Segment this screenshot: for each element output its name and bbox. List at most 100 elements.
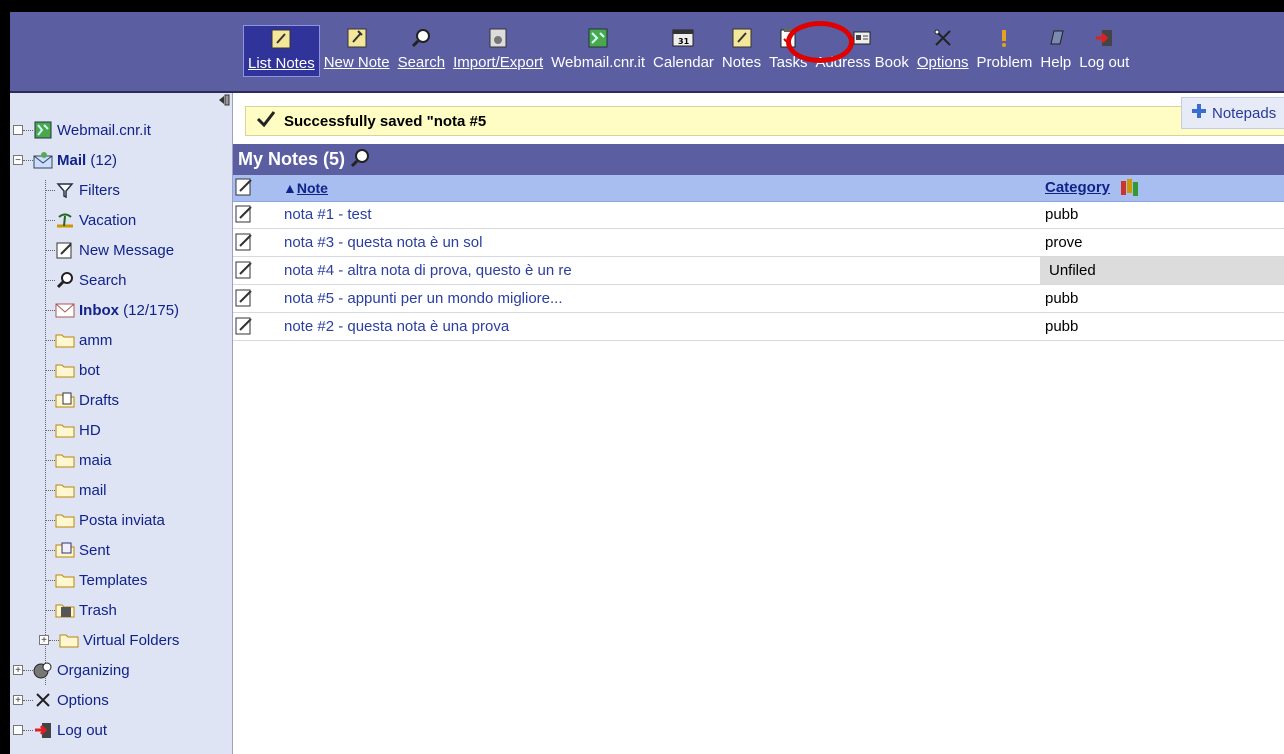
toolbar-import-export[interactable]: Import/Export xyxy=(449,25,547,75)
tree-webmail[interactable]: Webmail.cnr.it xyxy=(10,115,179,145)
toolbar-tasks[interactable]: Tasks xyxy=(765,25,811,75)
main-content: Successfully saved "nota #5 Notepads My … xyxy=(233,93,1284,754)
logout-icon xyxy=(33,720,53,740)
folder-icon xyxy=(59,630,79,650)
tree-label: Posta inviata xyxy=(79,511,165,529)
search-icon xyxy=(55,270,75,290)
folder-icon xyxy=(55,360,75,380)
toolbar-options[interactable]: Options xyxy=(913,25,973,75)
sent-folder-icon xyxy=(55,540,75,560)
collapse-sidebar-icon[interactable] xyxy=(218,93,230,110)
problem-icon xyxy=(993,27,1015,49)
app-frame: List Notes New Note Search Import/Export xyxy=(10,12,1284,754)
tree-label: Virtual Folders xyxy=(83,631,180,649)
note-link[interactable]: note #2 - questa nota è una prova xyxy=(284,318,509,335)
tree-label: Options xyxy=(57,691,109,709)
tree-label: Organizing xyxy=(57,661,130,679)
toolbar-address-book[interactable]: Address Book xyxy=(811,25,912,75)
edit-icon[interactable] xyxy=(235,204,255,228)
new-note-icon xyxy=(346,27,368,49)
note-link[interactable]: nota #3 - questa nota è un sol xyxy=(284,234,482,251)
drafts-folder-icon xyxy=(55,390,75,410)
tree-organizing[interactable]: + Organizing xyxy=(10,655,179,685)
mail-icon xyxy=(33,150,53,170)
folder-icon xyxy=(55,480,75,500)
tree-folder[interactable]: Drafts xyxy=(10,385,179,415)
trash-icon xyxy=(55,600,75,620)
tree-folder[interactable]: Sent xyxy=(10,535,179,565)
tree-label: maia xyxy=(79,451,112,469)
toolbar-list-notes[interactable]: List Notes xyxy=(243,25,320,77)
tree-folder[interactable]: amm xyxy=(10,325,179,355)
tree-folder[interactable]: maia xyxy=(10,445,179,475)
tree-mail[interactable]: − Mail (12) xyxy=(10,145,179,175)
tree-folder[interactable]: Trash xyxy=(10,595,179,625)
edit-icon[interactable] xyxy=(235,260,255,284)
tree-vacation[interactable]: Vacation xyxy=(10,205,179,235)
options-icon xyxy=(932,27,954,49)
edit-icon xyxy=(235,177,255,201)
tree-logout[interactable]: Log out xyxy=(10,715,179,745)
tree-label: Trash xyxy=(79,601,117,619)
toolbar-webmail[interactable]: Webmail.cnr.it xyxy=(547,25,649,75)
toolbar-calendar[interactable]: 31 Calendar xyxy=(649,25,718,75)
toolbar-search[interactable]: Search xyxy=(394,25,450,75)
checkmark-icon xyxy=(256,110,276,132)
note-column-header[interactable]: ▲Note xyxy=(283,180,328,196)
edit-icon[interactable] xyxy=(235,316,255,340)
notepads-button[interactable]: Notepads xyxy=(1181,97,1284,129)
notepads-label: Notepads xyxy=(1212,104,1277,122)
toolbar-label: Notes xyxy=(721,54,762,71)
toolbar-label: Log out xyxy=(1079,54,1130,71)
tree-options[interactable]: + Options xyxy=(10,685,179,715)
tree-virtual-folders[interactable]: + Virtual Folders xyxy=(10,625,179,655)
tree-folder[interactable]: HD xyxy=(10,415,179,445)
toolbar-new-note[interactable]: New Note xyxy=(320,25,394,75)
note-link[interactable]: nota #1 - test xyxy=(284,206,372,223)
tree-folder[interactable]: Templates xyxy=(10,565,179,595)
tree-label: New Message xyxy=(79,241,175,259)
logout-icon xyxy=(1093,27,1115,49)
tree-folder[interactable]: Posta inviata xyxy=(10,505,179,535)
toolbar-label: Calendar xyxy=(653,54,714,71)
mail-count: (12) xyxy=(90,151,118,169)
edit-icon[interactable] xyxy=(235,232,255,256)
note-category: Unfiled xyxy=(1049,262,1096,279)
tree-label: Templates xyxy=(79,571,148,589)
folder-icon xyxy=(55,330,75,350)
tree-folder[interactable]: bot xyxy=(10,355,179,385)
table-row[interactable]: nota #5 - appunti per un mondo migliore.… xyxy=(233,285,1284,313)
note-link[interactable]: nota #4 - altra nota di prova, questo è … xyxy=(284,262,572,279)
table-row[interactable]: nota #4 - altra nota di prova, questo è … xyxy=(233,257,1284,285)
category-column-header[interactable]: Category xyxy=(1045,179,1110,196)
notes-icon xyxy=(731,27,753,49)
list-title: My Notes (5) xyxy=(238,149,346,169)
tree-filters[interactable]: Filters xyxy=(10,175,179,205)
tree-inbox[interactable]: Inbox (12/175) xyxy=(10,295,179,325)
organizing-icon xyxy=(33,660,53,680)
table-row[interactable]: nota #3 - questa nota è un sol prove xyxy=(233,229,1284,257)
tree-label: HD xyxy=(79,421,101,439)
toolbar-label: Search xyxy=(397,54,446,71)
note-link[interactable]: nota #5 - appunti per un mondo migliore.… xyxy=(284,290,563,307)
toolbar-help[interactable]: Help xyxy=(1036,25,1075,75)
toolbar-problem[interactable]: Problem xyxy=(973,25,1037,75)
tree-search[interactable]: Search xyxy=(10,265,179,295)
tree-folder[interactable]: mail xyxy=(10,475,179,505)
toolbar-label: Import/Export xyxy=(453,54,544,71)
toolbar-logout[interactable]: Log out xyxy=(1075,25,1133,75)
note-category: pubb xyxy=(1045,290,1079,307)
import-export-icon xyxy=(487,27,509,49)
new-message-icon xyxy=(55,240,75,260)
edit-icon[interactable] xyxy=(235,288,255,312)
table-row[interactable]: note #2 - questa nota è una prova pubb xyxy=(233,313,1284,341)
search-icon xyxy=(410,27,432,49)
tree-new-message[interactable]: New Message xyxy=(10,235,179,265)
toolbar-label: Help xyxy=(1040,54,1072,71)
table-row[interactable]: nota #1 - test pubb xyxy=(233,201,1284,229)
top-toolbar: List Notes New Note Search Import/Export xyxy=(10,12,1284,93)
webmail-icon xyxy=(33,120,53,140)
tree-label: Search xyxy=(79,271,127,289)
toolbar-notes[interactable]: Notes xyxy=(718,25,765,75)
search-icon[interactable] xyxy=(350,148,370,172)
